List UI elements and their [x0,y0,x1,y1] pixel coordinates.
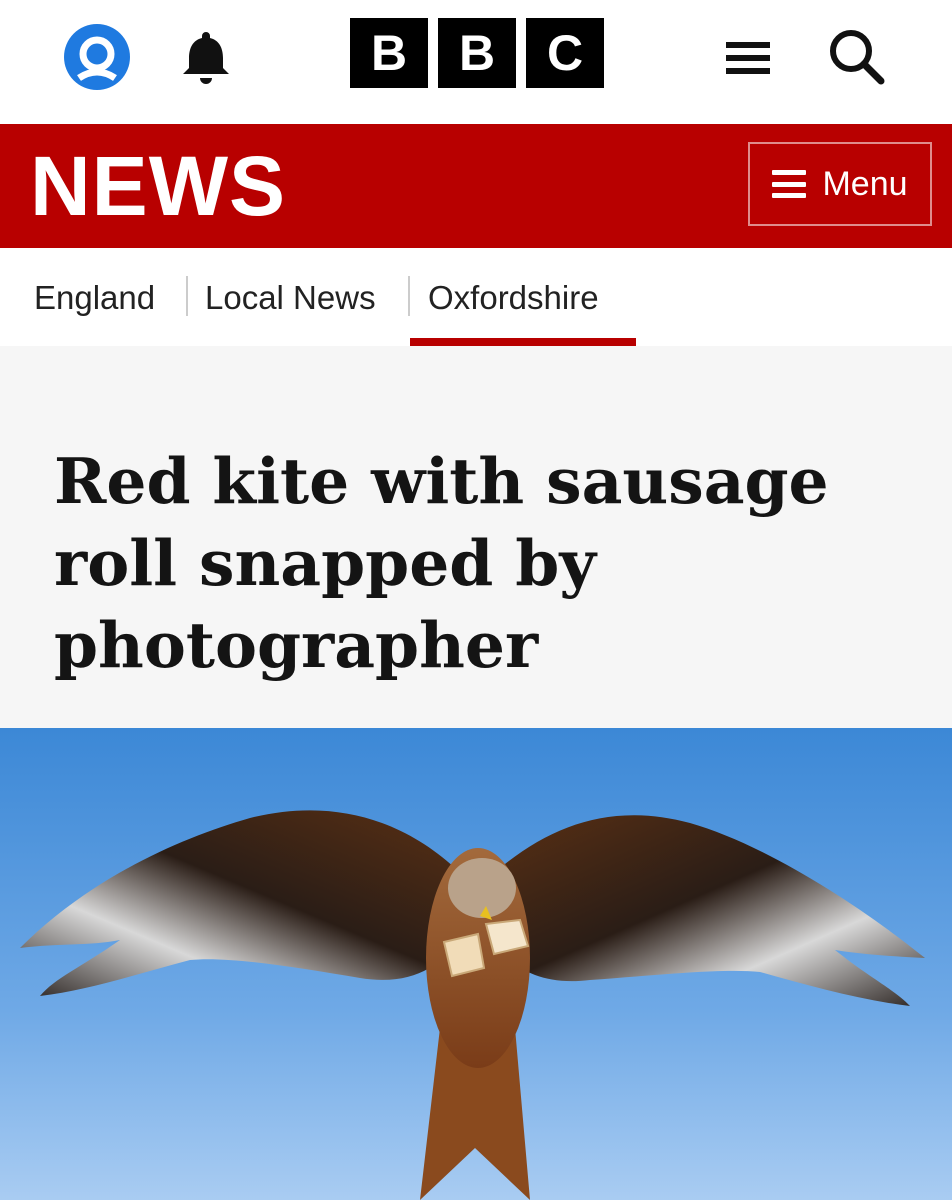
bbc-logo-letter: B [438,18,516,88]
headline-area: Red kite with sausage roll snapped by ph… [0,346,952,728]
bbc-logo-letter: B [350,18,428,88]
bbc-logo-letter: C [526,18,604,88]
menu-label: Menu [822,164,908,203]
bell-icon[interactable] [174,24,238,88]
top-bar: B B C [0,0,952,124]
breadcrumb-separator [186,276,188,316]
breadcrumb-item-oxfordshire[interactable]: Oxfordshire [428,278,599,318]
breadcrumb-item-england[interactable]: England [34,278,155,318]
hero-image [0,728,952,1200]
breadcrumb: England Local News Oxfordshire [0,248,952,346]
active-tab-underline [410,338,636,346]
breadcrumb-item-local-news[interactable]: Local News [205,278,376,318]
bbc-logo[interactable]: B B C [350,18,604,88]
red-kite-photo [0,728,952,1200]
news-title[interactable]: NEWS [30,138,286,234]
search-icon[interactable] [820,20,892,92]
hamburger-icon[interactable] [718,30,778,86]
menu-icon [772,170,807,198]
breadcrumb-separator [408,276,410,316]
article-headline: Red kite with sausage roll snapped by ph… [54,444,829,682]
account-icon[interactable] [62,22,132,92]
news-bar: NEWS Menu [0,124,952,248]
menu-button[interactable]: Menu [748,142,932,226]
